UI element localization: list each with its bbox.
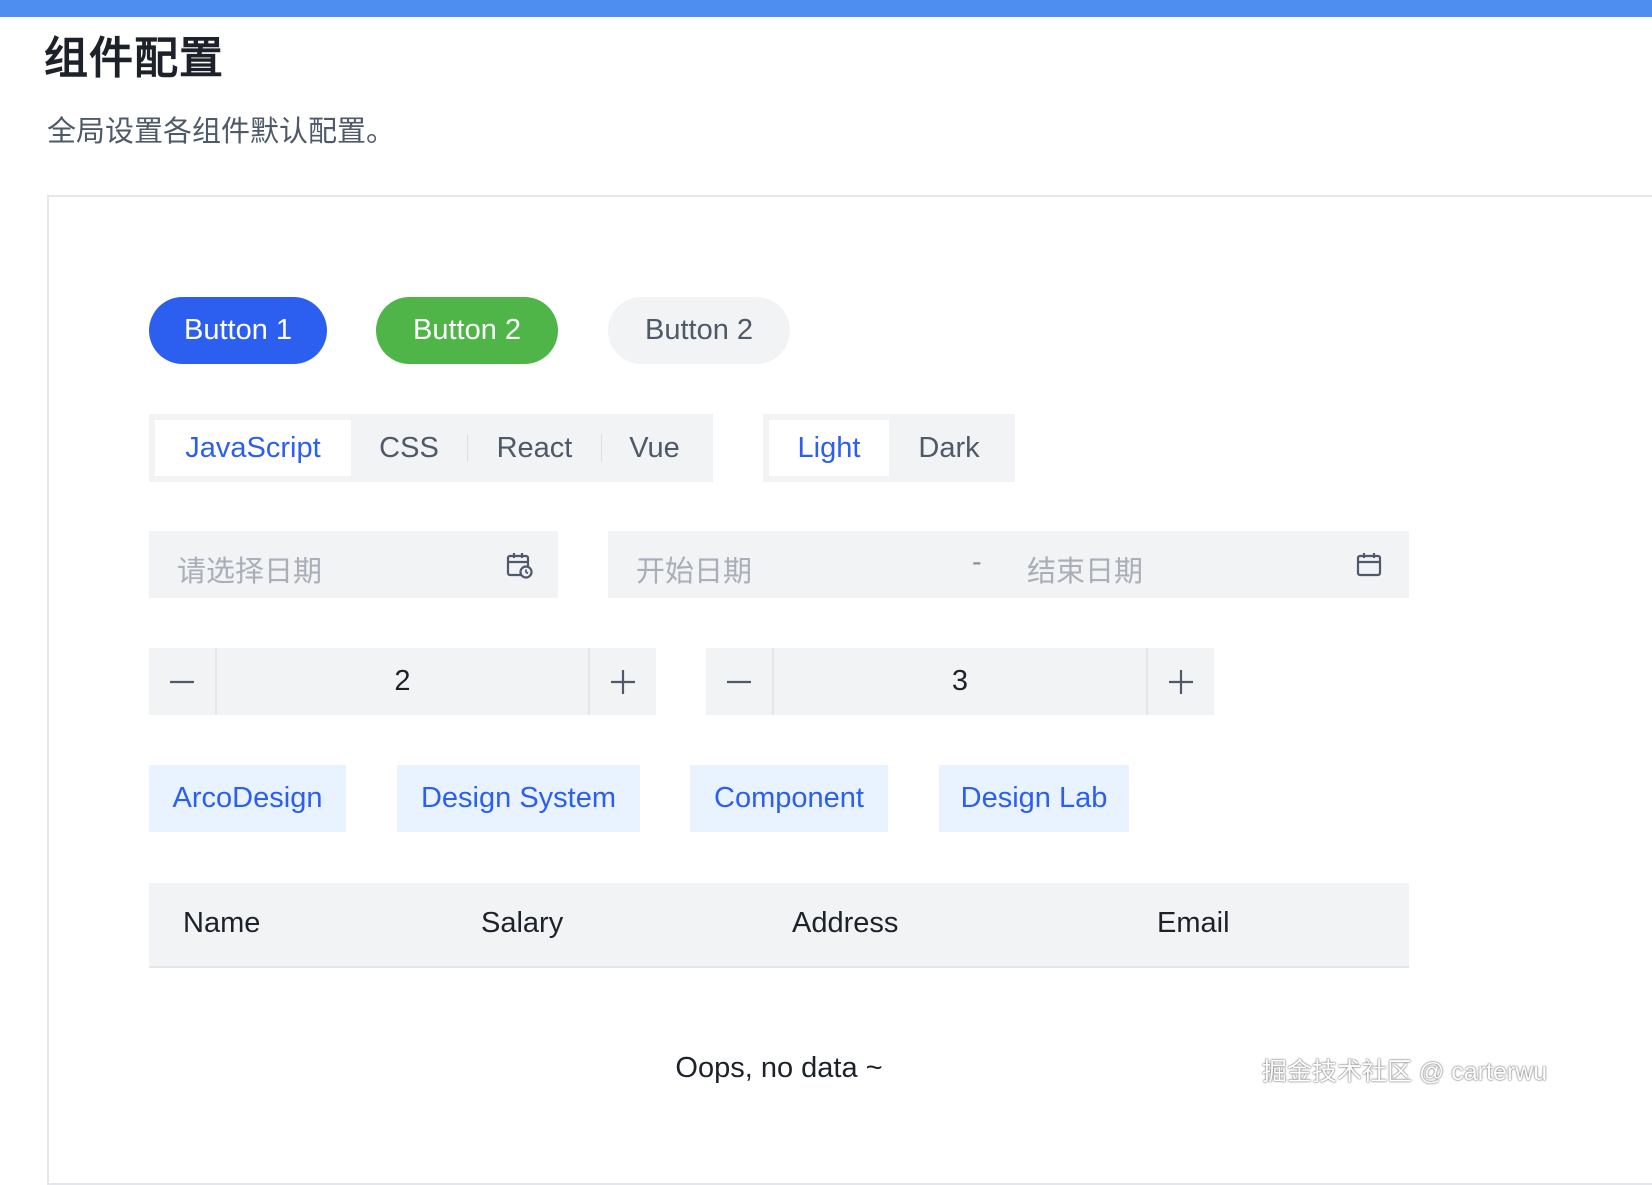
radio-option-javascript[interactable]: JavaScript	[155, 420, 351, 476]
plus-icon	[611, 669, 635, 694]
calendar-icon[interactable]	[1355, 551, 1383, 584]
plus-icon	[1169, 669, 1193, 694]
theme-radio-group: Light Dark	[763, 414, 1015, 482]
number-stepper: 2	[149, 648, 656, 715]
increment-button[interactable]	[1146, 648, 1214, 715]
column-header-salary: Salary	[481, 907, 564, 939]
primary-button[interactable]: Button 1	[149, 297, 327, 364]
table-empty-state: Oops, no data ~	[675, 1052, 883, 1084]
date-picker-placeholder: 请选择日期	[177, 556, 323, 588]
radio-option-light[interactable]: Light	[769, 420, 889, 476]
calendar-clock-icon[interactable]	[505, 551, 533, 584]
watermark: 掘金技术社区 @ carterwu	[1262, 1058, 1548, 1086]
tag-design-system: Design System	[397, 765, 640, 832]
increment-button[interactable]	[588, 648, 656, 715]
stepper-value[interactable]: 2	[215, 648, 590, 715]
secondary-button[interactable]: Button 2	[608, 297, 790, 364]
column-header-address: Address	[792, 907, 899, 939]
tag-arcodesign: ArcoDesign	[149, 765, 346, 832]
column-header-email: Email	[1157, 907, 1230, 939]
date-picker[interactable]: 请选择日期	[149, 531, 558, 598]
success-button[interactable]: Button 2	[376, 297, 558, 364]
start-date-placeholder: 开始日期	[636, 556, 753, 588]
column-header-name: Name	[183, 907, 261, 939]
stepper-value[interactable]: 3	[772, 648, 1148, 715]
tag-component: Component	[690, 765, 888, 832]
radio-option-css[interactable]: CSS	[351, 420, 467, 476]
decrement-button[interactable]	[149, 648, 217, 715]
radio-option-dark[interactable]: Dark	[889, 420, 1009, 476]
top-accent-bar	[0, 0, 1652, 17]
language-radio-group: JavaScript CSS React Vue	[149, 414, 713, 482]
radio-option-react[interactable]: React	[468, 420, 601, 476]
minus-icon	[170, 680, 194, 683]
minus-icon	[727, 680, 751, 683]
radio-option-vue[interactable]: Vue	[602, 420, 707, 476]
end-date-placeholder: 结束日期	[1027, 556, 1144, 588]
date-range-picker[interactable]: 开始日期 - 结束日期	[608, 531, 1409, 598]
tag-design-lab: Design Lab	[939, 765, 1129, 832]
page-description: 全局设置各组件默认配置。	[47, 116, 396, 148]
range-separator: -	[972, 546, 982, 578]
table-header: Name Salary Address Email	[149, 883, 1409, 968]
decrement-button[interactable]	[706, 648, 774, 715]
page-title: 组件配置	[44, 34, 224, 83]
number-stepper: 3	[706, 648, 1214, 715]
